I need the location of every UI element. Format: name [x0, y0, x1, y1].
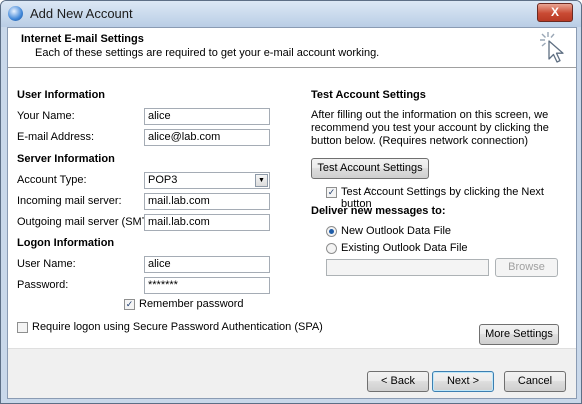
data-file-path-input: [326, 259, 489, 276]
outgoing-server-label: Outgoing mail server (SMTP):: [17, 216, 163, 228]
next-button[interactable]: Next >: [432, 371, 494, 392]
password-input[interactable]: *******: [144, 277, 270, 294]
incoming-server-label: Incoming mail server:: [17, 195, 122, 207]
password-label: Password:: [17, 279, 69, 291]
dialog-header: Internet E-mail Settings Each of these s…: [8, 28, 576, 66]
remember-password-label: Remember password: [139, 298, 244, 310]
more-settings-button[interactable]: More Settings ...: [479, 324, 559, 359]
back-button[interactable]: < Back: [367, 371, 429, 392]
window-title: Add New Account: [30, 6, 133, 21]
test-on-next-checkbox[interactable]: ✓: [326, 187, 337, 198]
browse-button: Browse: [495, 258, 558, 277]
existing-data-file-radio[interactable]: [326, 243, 337, 254]
outgoing-server-input[interactable]: mail.lab.com: [144, 214, 270, 231]
incoming-server-input[interactable]: mail.lab.com: [144, 193, 270, 210]
account-type-select[interactable]: POP3 ▼: [144, 172, 270, 189]
spa-checkbox[interactable]: [17, 322, 28, 333]
user-info-heading: User Information: [17, 89, 106, 101]
account-type-value: POP3: [148, 174, 178, 186]
user-name-input[interactable]: alice: [144, 256, 270, 273]
chevron-down-icon[interactable]: ▼: [255, 174, 268, 187]
remember-password-checkbox[interactable]: ✓: [124, 299, 135, 310]
account-type-label: Account Type:: [17, 174, 87, 186]
test-settings-heading: Test Account Settings: [311, 89, 426, 101]
test-settings-description: After filling out the information on thi…: [311, 109, 549, 147]
header-title: Internet E-mail Settings: [21, 33, 144, 45]
close-button[interactable]: X: [537, 3, 573, 22]
email-address-input[interactable]: alice@lab.com: [144, 129, 270, 146]
add-account-window: Add New Account X Internet E-mail Settin…: [0, 0, 582, 404]
header-subtitle: Each of these settings are required to g…: [35, 47, 380, 59]
test-account-settings-button[interactable]: Test Account Settings ...: [311, 158, 429, 193]
logon-info-heading: Logon Information: [17, 237, 115, 249]
dialog-client: Internet E-mail Settings Each of these s…: [7, 27, 577, 399]
dialog-body: User Information Your Name: alice E-mail…: [8, 69, 576, 359]
deliver-heading: Deliver new messages to:: [311, 205, 446, 217]
cancel-button[interactable]: Cancel: [504, 371, 566, 392]
dialog-footer: < Back Next > Cancel: [8, 349, 576, 398]
outlook-app-icon: [8, 6, 23, 21]
title-bar: Add New Account X: [1, 1, 581, 27]
new-data-file-radio[interactable]: [326, 226, 337, 237]
your-name-label: Your Name:: [17, 110, 75, 122]
your-name-input[interactable]: alice: [144, 108, 270, 125]
cursor-click-icon: [540, 32, 564, 63]
email-address-label: E-mail Address:: [17, 131, 95, 143]
user-name-label: User Name:: [17, 258, 76, 270]
existing-data-file-label: Existing Outlook Data File: [341, 242, 468, 254]
server-info-heading: Server Information: [17, 153, 115, 165]
spa-label: Require logon using Secure Password Auth…: [32, 321, 323, 333]
new-data-file-label: New Outlook Data File: [341, 225, 452, 237]
